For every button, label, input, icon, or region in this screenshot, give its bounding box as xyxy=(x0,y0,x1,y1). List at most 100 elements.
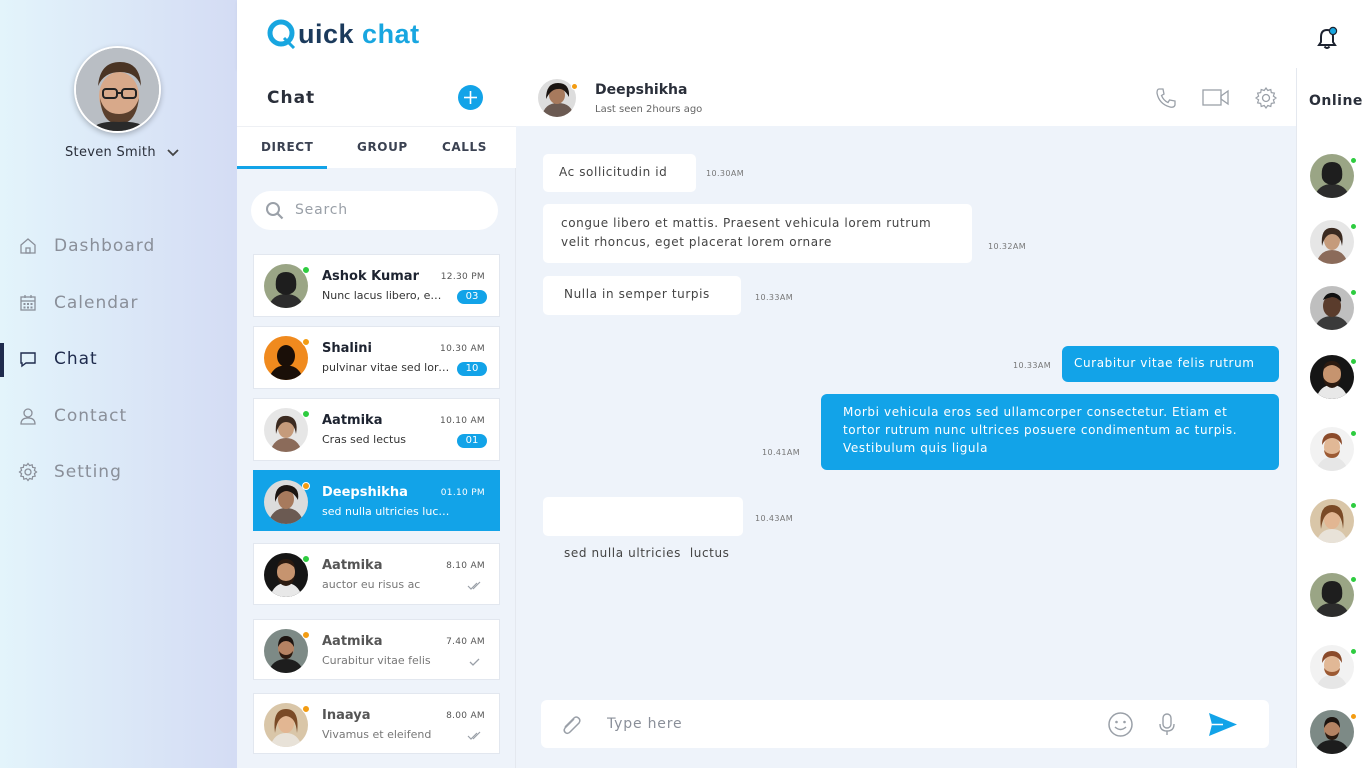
contact-name: Aatmika xyxy=(322,558,383,573)
gear-icon xyxy=(18,462,38,482)
user-icon xyxy=(20,408,36,425)
profile-avatar[interactable] xyxy=(74,46,161,133)
online-user-avatar[interactable] xyxy=(1310,645,1354,689)
message-time: 10.30 AM xyxy=(440,344,485,354)
message-time: 10.33AM xyxy=(755,293,794,302)
nav-calendar-label: Calendar xyxy=(54,293,139,313)
unread-badge: 03 xyxy=(457,290,487,304)
nav-setting-label: Setting xyxy=(54,462,122,482)
paperclip-icon[interactable] xyxy=(559,714,583,736)
chat-list-item[interactable]: Aatmika 7.40 AM Curabitur vitae felis xyxy=(253,619,500,680)
top-bar: uick chat xyxy=(237,0,1366,68)
nav-dashboard[interactable]: Dashboard xyxy=(0,228,237,264)
message-time: 10.33AM xyxy=(1013,361,1052,370)
chevron-down-icon[interactable] xyxy=(166,146,180,160)
plus-icon xyxy=(464,91,477,104)
settings-gear-icon[interactable] xyxy=(1254,87,1278,109)
search-input[interactable] xyxy=(295,200,485,220)
online-user-avatar[interactable] xyxy=(1310,286,1354,330)
contact-name: Inaaya xyxy=(322,708,371,723)
message-time: 01.10 PM xyxy=(440,488,485,498)
logo-q-icon xyxy=(267,19,296,49)
notification-bell-icon[interactable] xyxy=(1316,26,1338,50)
online-user-avatar[interactable] xyxy=(1310,427,1354,471)
contact-name: Deepshikha xyxy=(322,485,408,500)
tab-group[interactable]: GROUP xyxy=(357,140,408,154)
status-dot xyxy=(302,631,310,639)
emoji-icon[interactable] xyxy=(1107,711,1134,738)
chat-list-item[interactable]: Deepshikha 01.10 PM sed nulla ultricies lu… xyxy=(253,470,500,531)
message-bubble-incoming[interactable]: Ac sollicitudin id xyxy=(543,154,696,192)
nav-setting[interactable]: Setting xyxy=(0,454,237,490)
message-time: 7.40 AM xyxy=(446,637,485,647)
message-input[interactable] xyxy=(607,714,1087,734)
profile-name: Steven Smith xyxy=(65,145,156,160)
chat-list-item[interactable]: Aatmika 10.10 AM Cras sed lectus 01 xyxy=(253,398,500,461)
tab-direct[interactable]: DIRECT xyxy=(261,140,313,154)
chat-list-item[interactable]: Aatmika 8.10 AM auctor eu risus ac xyxy=(253,543,500,605)
chat-list-item[interactable]: Shalini 10.30 AM pulvinar vitae sed lorem 1… xyxy=(253,326,500,389)
status-dot xyxy=(1350,502,1357,509)
send-icon[interactable] xyxy=(1207,711,1239,738)
status-dot xyxy=(1350,430,1357,437)
nav-dashboard-label: Dashboard xyxy=(54,236,156,256)
nav-chat-label: Chat xyxy=(54,349,98,369)
online-user-avatar[interactable] xyxy=(1310,355,1354,399)
message-bubble-incoming[interactable]: sed nulla ultricies luctus xyxy=(543,497,743,560)
message-time: 10.10 AM xyxy=(440,416,485,426)
chat-list-item[interactable]: Inaaya 8.00 AM Vivamus et eleifend xyxy=(253,693,500,754)
nav-contact[interactable]: Contact xyxy=(0,398,237,434)
phone-icon[interactable] xyxy=(1154,87,1178,109)
status-dot xyxy=(1350,289,1357,296)
message-text: Vestibulum quis ligula xyxy=(843,441,989,455)
nav-calendar[interactable]: Calendar xyxy=(0,285,237,321)
double-check-icon xyxy=(467,581,481,590)
chat-list-item[interactable]: Ashok Kumar 12.30 PM Nunc lacus libero, ef… xyxy=(253,254,500,317)
status-dot xyxy=(302,482,310,490)
chat-list-panel: Chat DIRECT GROUP CALLS Ashok Kumar 12.30… xyxy=(237,68,516,768)
status-dot xyxy=(1350,157,1357,164)
online-title: Online xyxy=(1309,93,1363,109)
message-composer xyxy=(541,700,1269,748)
microphone-icon[interactable] xyxy=(1157,712,1177,737)
message-preview: Cras sed lectus xyxy=(322,433,407,446)
message-time: 10.43AM xyxy=(755,514,794,523)
calendar-icon xyxy=(20,295,36,311)
status-dot xyxy=(302,410,310,418)
unread-badge: 01 xyxy=(457,434,487,448)
message-bubble-outgoing[interactable]: Curabitur vitae felis rutrum xyxy=(1062,346,1279,382)
status-dot xyxy=(302,555,310,563)
message-bubble-incoming[interactable]: congue libero et mattis. Praesent vehicu… xyxy=(543,204,972,263)
online-user-avatar[interactable] xyxy=(1310,154,1354,198)
conversation-panel: Deepshikha Last seen 2hours ago Ac solli… xyxy=(516,68,1296,768)
message-bubble-incoming[interactable]: Nulla in semper turpis xyxy=(543,276,741,315)
message-text: sed nulla ultricies luctus xyxy=(564,546,730,560)
online-user-avatar[interactable] xyxy=(1310,710,1354,754)
contact-status-dot xyxy=(571,83,578,90)
chat-list-title: Chat xyxy=(267,88,316,108)
logo-chat-text: chat xyxy=(362,18,420,49)
nav-chat[interactable]: Chat xyxy=(0,341,237,377)
message-time: 10.30AM xyxy=(706,169,745,178)
status-dot xyxy=(302,705,310,713)
chat-list-header: Chat xyxy=(237,68,516,126)
app-logo[interactable]: uick chat xyxy=(267,17,420,51)
new-chat-button[interactable] xyxy=(458,85,483,110)
message-text: velit rhoncus, eget placerat lorem ornar… xyxy=(561,235,832,249)
online-user-avatar[interactable] xyxy=(1310,573,1354,617)
nav-contact-label: Contact xyxy=(54,406,128,426)
status-dot xyxy=(1350,576,1357,583)
message-text: Morbi vehicula eros sed ullamcorper cons… xyxy=(843,405,1228,419)
message-time: 10.32AM xyxy=(988,242,1027,251)
online-user-avatar[interactable] xyxy=(1310,499,1354,543)
chat-tabs: DIRECT GROUP CALLS xyxy=(237,126,516,169)
online-user-avatar[interactable] xyxy=(1310,220,1354,264)
logo-quick-text: uick xyxy=(298,18,355,49)
message-bubble-outgoing[interactable]: Morbi vehicula eros sed ullamcorper cons… xyxy=(821,394,1279,470)
unread-badge: 10 xyxy=(457,362,487,376)
video-camera-icon[interactable] xyxy=(1202,87,1230,109)
message-text: Curabitur vitae felis rutrum xyxy=(1074,356,1255,370)
active-tab-indicator xyxy=(237,166,327,169)
contact-name: Deepshikha xyxy=(595,82,688,98)
tab-calls[interactable]: CALLS xyxy=(442,140,487,154)
